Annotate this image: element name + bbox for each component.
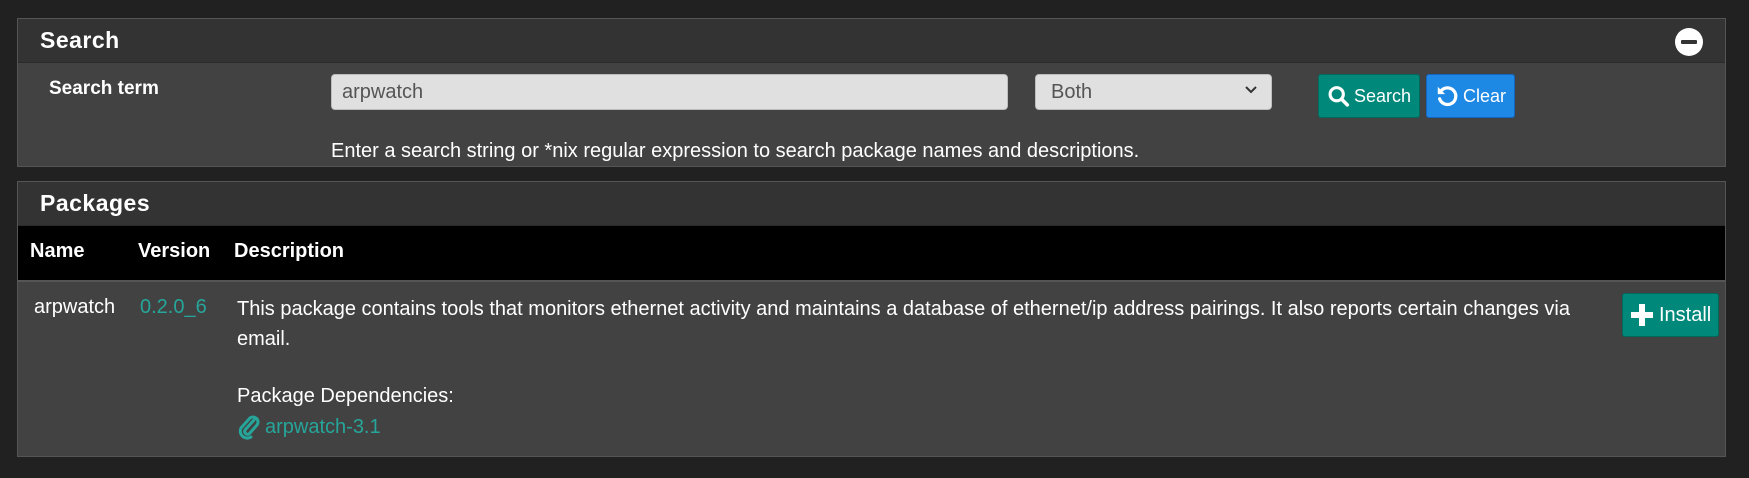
minus-circle-icon[interactable] (1675, 28, 1703, 56)
search-icon (1328, 86, 1350, 107)
clear-button-label: Clear (1462, 85, 1506, 106)
search-input[interactable] (331, 74, 1008, 110)
undo-icon (1437, 86, 1458, 107)
dependency-link-label: arpwatch-3.1 (265, 415, 381, 438)
packages-panel-title: Packages (40, 190, 151, 216)
chevron-down-icon (1245, 86, 1257, 94)
package-description: This package contains tools that monitor… (237, 298, 1570, 350)
column-header-version[interactable]: Version (138, 240, 210, 263)
search-scope-value: Both (1051, 81, 1093, 103)
plus-icon (1631, 304, 1653, 326)
search-panel-header: Search (18, 19, 1725, 63)
search-button-label: Search (1353, 85, 1411, 106)
column-header-name[interactable]: Name (30, 240, 84, 263)
search-panel: Search Search term Both Search Clear Ent… (17, 18, 1726, 167)
column-header-description[interactable]: Description (234, 240, 344, 263)
search-scope-select[interactable]: Both (1035, 74, 1272, 110)
search-panel-title: Search (40, 27, 120, 53)
install-button[interactable]: Install (1622, 293, 1719, 337)
row-divider (18, 280, 1725, 282)
search-help-text: Enter a search string or *nix regular ex… (331, 140, 1140, 162)
table-header: Name Version Description (18, 226, 1725, 280)
packages-panel-header: Packages (18, 182, 1725, 226)
search-term-label: Search term (49, 78, 159, 99)
clear-button[interactable]: Clear (1426, 74, 1515, 118)
search-button[interactable]: Search (1318, 74, 1420, 118)
paperclip-icon (238, 415, 260, 440)
package-dependencies-label: Package Dependencies: (237, 385, 454, 407)
package-version-link[interactable]: 0.2.0_6 (140, 296, 207, 319)
package-name: arpwatch (34, 296, 116, 318)
install-button-label: Install (1659, 303, 1712, 326)
dependency-link[interactable]: arpwatch-3.1 (237, 414, 381, 440)
packages-panel: Packages Name Version Description arpwat… (17, 181, 1726, 457)
